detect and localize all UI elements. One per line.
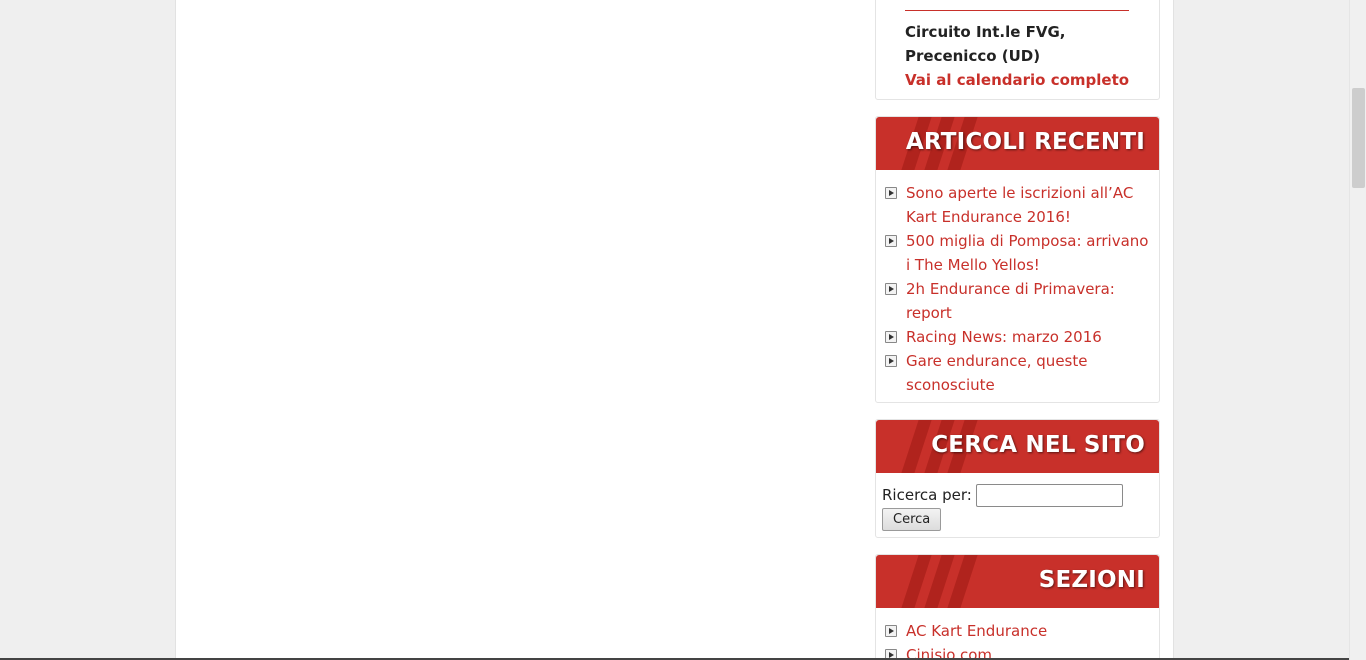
bullet-arrow-icon [885, 625, 897, 637]
upcoming-event-widget: Circuito Int.le FVG, Precenicco (UD) Vai… [875, 0, 1160, 100]
full-calendar-link[interactable]: Vai al calendario completo [905, 68, 1129, 92]
vertical-scrollbar[interactable] [1349, 0, 1366, 660]
search-form: Ricerca per: Cerca [876, 473, 1159, 541]
recent-articles-list: Sono aperte le iscrizioni all’AC Kart En… [876, 170, 1159, 405]
search-label: Ricerca per: [882, 486, 972, 504]
bullet-arrow-icon [885, 187, 897, 199]
article-link[interactable]: Racing News: marzo 2016 [906, 328, 1102, 346]
widget-title: SEZIONI [1038, 567, 1145, 593]
sections-widget: SEZIONI AC Kart Endurance Cinisio.com [875, 554, 1160, 660]
sections-list: AC Kart Endurance Cinisio.com [876, 608, 1159, 660]
widget-title: ARTICOLI RECENTI [905, 129, 1145, 155]
bullet-arrow-icon [885, 355, 897, 367]
list-item: AC Kart Endurance [885, 619, 1149, 643]
article-link[interactable]: 2h Endurance di Primavera: report [906, 280, 1115, 322]
search-input[interactable] [975, 483, 1123, 507]
widget-header: SEZIONI [876, 555, 1159, 608]
article-link[interactable]: 500 miglia di Pomposa: arrivano i The Me… [906, 232, 1148, 274]
list-item: 500 miglia di Pomposa: arrivano i The Me… [885, 229, 1149, 277]
widget-header: CERCA NEL SITO [876, 420, 1159, 473]
site-search-widget: CERCA NEL SITO Ricerca per: Cerca [875, 419, 1160, 538]
widget-title: CERCA NEL SITO [931, 432, 1145, 458]
event-location: Circuito Int.le FVG, Precenicco (UD) [905, 23, 1066, 65]
bullet-arrow-icon [885, 331, 897, 343]
list-item: Gare endurance, queste sconosciute [885, 349, 1149, 397]
recent-articles-widget: ARTICOLI RECENTI Sono aperte le iscrizio… [875, 116, 1160, 403]
list-item: Racing News: marzo 2016 [885, 325, 1149, 349]
article-link[interactable]: Gare endurance, queste sconosciute [906, 352, 1087, 394]
widget-header: ARTICOLI RECENTI [876, 117, 1159, 170]
bullet-arrow-icon [885, 235, 897, 247]
bullet-arrow-icon [885, 283, 897, 295]
scrollbar-thumb[interactable] [1352, 88, 1365, 188]
search-button[interactable]: Cerca [882, 508, 942, 531]
article-link[interactable]: Sono aperte le iscrizioni all’AC Kart En… [906, 184, 1133, 226]
list-item: Sono aperte le iscrizioni all’AC Kart En… [885, 181, 1149, 229]
section-link[interactable]: AC Kart Endurance [906, 622, 1047, 640]
list-item: 2h Endurance di Primavera: report [885, 277, 1149, 325]
event-divider [905, 10, 1129, 11]
